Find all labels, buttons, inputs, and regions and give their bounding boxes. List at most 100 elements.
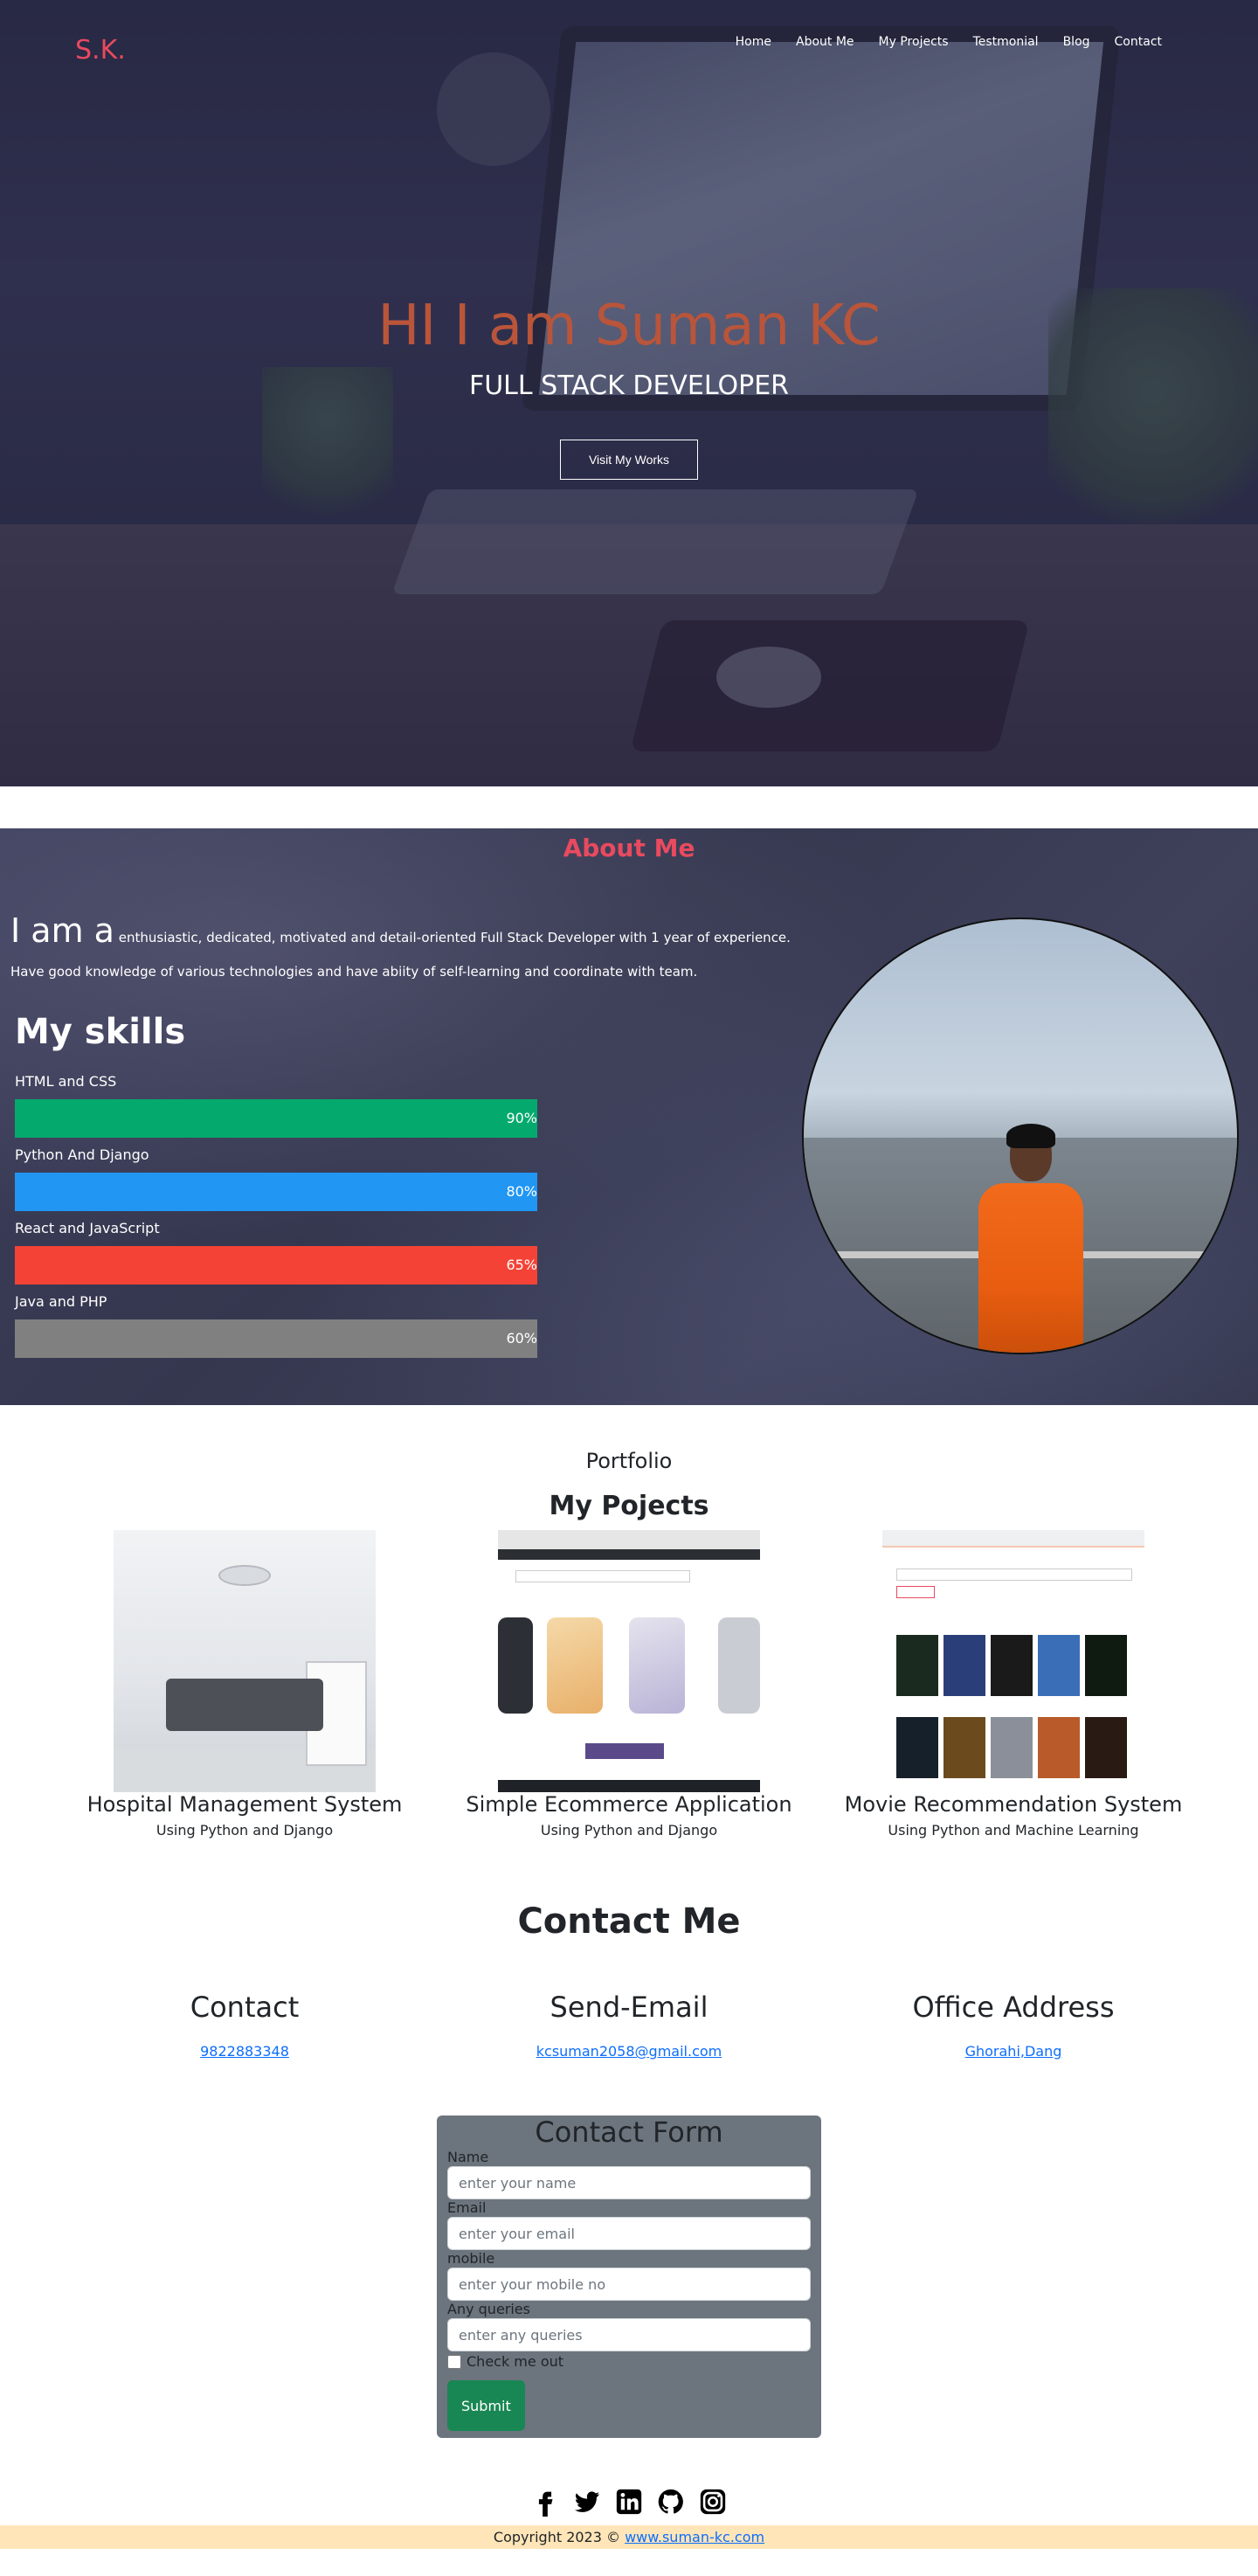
queries-input[interactable] — [447, 2318, 811, 2351]
thumb-poster — [1085, 1717, 1127, 1778]
portfolio-kicker: Portfolio — [585, 1449, 673, 1473]
thumb-button — [896, 1586, 935, 1598]
hero-title: HI I am Suman KC — [377, 294, 881, 358]
top-navbar: S.K. Home About Me My Projects Testmonia… — [0, 0, 1258, 87]
thumb-top-strip — [882, 1530, 1144, 1548]
brand-logo[interactable]: S.K. — [75, 35, 126, 66]
skill-progress-track: 90% — [15, 1099, 537, 1138]
skill-item: Python And Django 80% — [15, 1146, 537, 1211]
phone-link[interactable]: 9822883348 — [200, 2043, 289, 2060]
project-subtitle: Using Python and Machine Learning — [888, 1822, 1139, 1839]
name-label: Name — [447, 2149, 489, 2165]
portfolio-title: My Pojects — [549, 1491, 709, 1521]
project-subtitle: Using Python and Django — [540, 1822, 718, 1839]
skill-progress-bar: 65% — [15, 1246, 537, 1285]
skill-name: React and JavaScript — [15, 1220, 160, 1236]
facebook-icon[interactable] — [530, 2487, 560, 2517]
project-subtitle: Using Python and Django — [156, 1822, 334, 1839]
contact-email-column: Send-Email kcsuman2058@gmail.com — [437, 1991, 821, 2060]
hero-section: S.K. Home About Me My Projects Testmonia… — [0, 0, 1258, 786]
contact-phone-heading: Contact — [190, 1991, 300, 2024]
contact-columns: Contact 9822883348 Send-Email kcsuman205… — [0, 1991, 1258, 2060]
skill-name: Python And Django — [15, 1146, 149, 1163]
thumb-select — [896, 1568, 1132, 1581]
site-link[interactable]: www.suman-kc.com — [625, 2529, 764, 2545]
skill-item: HTML and CSS 90% — [15, 1073, 537, 1138]
thumb-phone — [498, 1617, 533, 1714]
project-title: Simple Ecommerce Application — [466, 1792, 792, 1817]
nav-links: Home About Me My Projects Testmonial Blo… — [723, 35, 1174, 49]
submit-button[interactable]: Submit — [447, 2380, 525, 2431]
profile-photo-person — [978, 1124, 1083, 1353]
skill-percent: 60% — [506, 1330, 537, 1347]
contact-section: Contact Me Contact 9822883348 Send-Email… — [0, 1901, 1258, 2438]
thumb-bed — [166, 1679, 323, 1731]
thumb-poster — [1085, 1635, 1127, 1696]
nav-item-blog[interactable]: Blog — [1051, 35, 1102, 49]
instagram-icon[interactable] — [698, 2487, 728, 2517]
skill-item: React and JavaScript 65% — [15, 1220, 537, 1285]
project-thumbnail-hospital[interactable] — [114, 1530, 376, 1792]
about-intro: I am a enthusiastic, dedicated, motivate… — [10, 902, 797, 983]
project-card[interactable]: Simple Ecommerce Application Using Pytho… — [437, 1530, 821, 1839]
thumb-phone — [547, 1617, 603, 1714]
skill-item: Java and PHP 60% — [15, 1293, 537, 1358]
email-label: Email — [447, 2199, 487, 2216]
portfolio-section: Portfolio My Pojects Hospital Management… — [0, 1405, 1258, 1839]
mobile-label: mobile — [447, 2250, 495, 2267]
copyright-text: Copyright 2023 © — [493, 2529, 620, 2545]
about-section: About Me I am a enthusiastic, dedicated,… — [0, 828, 1258, 1405]
thumb-taskbar — [498, 1780, 760, 1792]
skills-title: My skills — [15, 1012, 186, 1052]
profile-photo-shirt — [978, 1183, 1083, 1353]
email-link[interactable]: kcsuman2058@gmail.com — [536, 2043, 722, 2060]
thumb-poster — [1038, 1635, 1080, 1696]
project-card[interactable]: Hospital Management System Using Python … — [52, 1530, 437, 1839]
project-thumbnail-movie[interactable] — [882, 1530, 1144, 1792]
nav-item-contact[interactable]: Contact — [1102, 35, 1174, 49]
footer: Copyright 2023 © www.suman-kc.com — [0, 2487, 1258, 2549]
project-thumbnail-ecommerce[interactable] — [498, 1530, 760, 1792]
check-me-out-checkbox[interactable] — [447, 2354, 461, 2369]
skill-progress-bar: 90% — [15, 1099, 537, 1138]
thumb-poster — [944, 1717, 985, 1778]
project-list: Hospital Management System Using Python … — [0, 1530, 1258, 1839]
mobile-input[interactable] — [447, 2268, 811, 2301]
nav-item-testimonial[interactable]: Testmonial — [961, 35, 1051, 49]
copyright-bar: Copyright 2023 © www.suman-kc.com — [0, 2525, 1258, 2549]
visit-works-button[interactable]: Visit My Works — [559, 440, 699, 480]
thumb-phone — [629, 1617, 685, 1714]
nav-item-projects[interactable]: My Projects — [867, 35, 961, 49]
contact-phone-column: Contact 9822883348 — [52, 1991, 437, 2060]
email-input[interactable] — [447, 2217, 811, 2250]
intro-lead: I am a — [10, 911, 114, 950]
project-card[interactable]: Movie Recommendation System Using Python… — [821, 1530, 1206, 1839]
address-link[interactable]: Ghorahi,Dang — [965, 2043, 1062, 2060]
github-icon[interactable] — [656, 2487, 686, 2517]
skill-progress-track: 65% — [15, 1246, 537, 1285]
name-input[interactable] — [447, 2166, 811, 2199]
thumb-browser-bar — [498, 1530, 760, 1549]
thumb-poster — [896, 1717, 938, 1778]
profile-photo-hair — [1006, 1124, 1055, 1148]
thumb-poster — [991, 1635, 1033, 1696]
twitter-icon[interactable] — [572, 2487, 602, 2517]
thumb-phone — [718, 1617, 760, 1714]
contact-title: Contact Me — [517, 1901, 741, 1942]
nav-item-home[interactable]: Home — [723, 35, 784, 49]
skill-name: HTML and CSS — [15, 1073, 117, 1090]
contact-address-heading: Office Address — [912, 1991, 1115, 2024]
profile-photo — [802, 918, 1239, 1354]
skill-percent: 65% — [506, 1257, 537, 1273]
contact-address-column: Office Address Ghorahi,Dang — [821, 1991, 1206, 2060]
nav-item-about[interactable]: About Me — [784, 35, 867, 49]
thumb-navbar — [498, 1549, 760, 1560]
thumb-banner — [585, 1743, 664, 1759]
project-title: Hospital Management System — [86, 1792, 403, 1817]
about-title: About Me — [563, 834, 695, 862]
hero-text: HI I am Suman KC FULL STACK DEVELOPER Vi… — [0, 294, 1258, 480]
contact-form: Contact Form Name Email mobile Any queri… — [437, 2116, 821, 2438]
thumb-surgical-lamp — [218, 1565, 271, 1586]
linkedin-icon[interactable] — [614, 2487, 644, 2517]
thumb-searchbar — [515, 1570, 690, 1582]
